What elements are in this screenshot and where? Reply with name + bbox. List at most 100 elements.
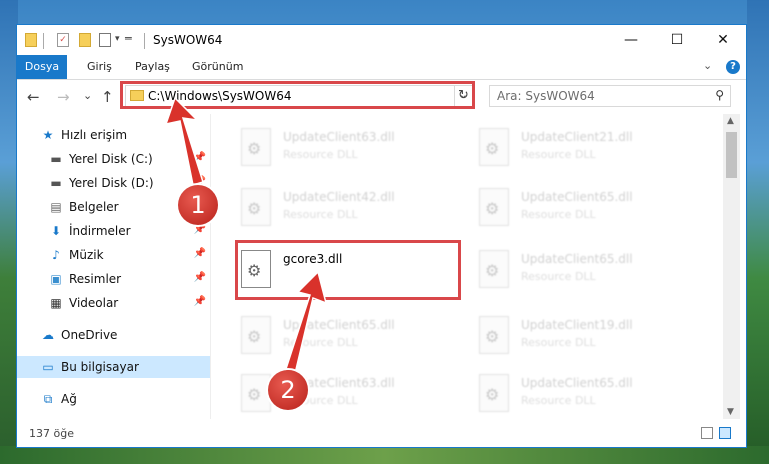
file-name: UpdateClient19.dll: [521, 318, 633, 332]
quick-access-toolbar-icon[interactable]: ═: [125, 32, 132, 48]
sidebar-item-onedrive[interactable]: ☁ OneDrive: [17, 324, 210, 346]
new-folder-icon[interactable]: [79, 33, 91, 47]
expand-ribbon-icon[interactable]: ⌄: [703, 59, 712, 72]
details-view-icon[interactable]: [701, 427, 713, 439]
dll-file-icon: [479, 250, 509, 288]
properties-icon[interactable]: ✓: [57, 33, 69, 47]
documents-icon: ▤: [50, 200, 62, 214]
recent-locations-button[interactable]: ⌄: [83, 89, 92, 102]
sidebar-item-this-pc[interactable]: ▭ Bu bilgisayar: [17, 356, 210, 378]
file-item[interactable]: UpdateClient65.dll Resource DLL: [469, 244, 689, 296]
sidebar-item-label: Bu bilgisayar: [61, 360, 139, 374]
file-item[interactable]: UpdateClient65.dll Resource DLL: [469, 182, 689, 234]
file-item[interactable]: UpdateClient21.dll Resource DLL: [469, 122, 689, 174]
sidebar-item-label: Videolar: [69, 296, 119, 310]
star-icon: ★: [42, 128, 54, 142]
scroll-thumb[interactable]: [726, 132, 737, 178]
pin-icon: 📌: [193, 248, 206, 259]
file-item[interactable]: UpdateClient63.dll Resource DLL: [231, 368, 451, 419]
item-count: 137 öğe: [29, 427, 74, 440]
sidebar-item-music[interactable]: ♪ Müzik 📌: [17, 244, 210, 266]
scroll-up-icon[interactable]: ▲: [727, 116, 734, 126]
folder-icon: [25, 33, 37, 47]
dll-file-icon: [479, 128, 509, 166]
sidebar-item-label: Hızlı erişim: [61, 128, 128, 142]
tab-view[interactable]: Görünüm: [192, 55, 243, 79]
file-name: UpdateClient65.dll: [521, 252, 633, 266]
search-input[interactable]: Ara: SysWOW64 ⚲: [489, 85, 731, 107]
music-icon: ♪: [52, 248, 60, 262]
ribbon-tabs: Dosya Giriş Paylaş Görünüm ⌄ ?: [17, 55, 746, 80]
drive-icon: ▬: [50, 176, 62, 190]
separator: [144, 33, 145, 49]
navigation-pane: ★ Hızlı erişim ▬ Yerel Disk (C:) 📌 ▬ Yer…: [17, 114, 211, 419]
sidebar-item-label: Müzik: [69, 248, 104, 262]
maximize-button[interactable]: ☐: [654, 25, 700, 55]
sidebar-item-quick-access[interactable]: ★ Hızlı erişim: [17, 124, 210, 146]
back-button[interactable]: ←: [27, 88, 40, 106]
network-icon: ⧉: [43, 392, 53, 406]
file-item[interactable]: UpdateClient19.dll Resource DLL: [469, 310, 689, 362]
download-icon: ⬇: [50, 224, 62, 238]
dll-file-icon: [241, 316, 271, 354]
step-1-badge: 1: [178, 185, 218, 225]
help-icon[interactable]: ?: [726, 60, 740, 74]
video-icon: ▦: [50, 296, 62, 310]
dll-file-icon: [241, 128, 271, 166]
vertical-scrollbar[interactable]: ▲ ▼: [723, 114, 740, 419]
sidebar-item-local-disk-c[interactable]: ▬ Yerel Disk (C:) 📌: [17, 148, 210, 170]
address-bar-highlight: [120, 81, 475, 109]
pin-icon: 📌: [193, 272, 206, 283]
sidebar-item-pictures[interactable]: ▣ Resimler 📌: [17, 268, 210, 290]
file-item[interactable]: UpdateClient63.dll Resource DLL: [231, 122, 451, 174]
desktop-background-bottom: [0, 446, 769, 464]
sidebar-item-label: Belgeler: [69, 200, 119, 214]
tab-file[interactable]: Dosya: [17, 55, 67, 79]
file-type: Resource DLL: [521, 394, 596, 407]
sidebar-item-label: Yerel Disk (C:): [69, 152, 153, 166]
sidebar-item-network[interactable]: ⧉ Ağ: [17, 388, 210, 410]
large-icons-view-icon[interactable]: [719, 427, 731, 439]
cloud-icon: ☁: [42, 328, 54, 342]
forward-button[interactable]: →: [57, 88, 70, 106]
dll-file-icon: [479, 374, 509, 412]
dll-file-icon: [479, 188, 509, 226]
customize-quick-access-icon[interactable]: [99, 33, 111, 47]
file-name: UpdateClient65.dll: [521, 376, 633, 390]
separator: [43, 33, 44, 49]
file-type: Resource DLL: [521, 336, 596, 349]
sidebar-item-local-disk-d[interactable]: ▬ Yerel Disk (D:) 📌: [17, 172, 210, 194]
file-type: Resource DLL: [521, 208, 596, 221]
file-name: UpdateClient63.dll: [283, 130, 395, 144]
chevron-down-icon[interactable]: ▾: [115, 34, 120, 50]
sidebar-item-videos[interactable]: ▦ Videolar 📌: [17, 292, 210, 314]
sidebar-item-downloads[interactable]: ⬇ İndirmeler 📌: [17, 220, 210, 242]
pictures-icon: ▣: [50, 272, 62, 286]
step-2-badge: 2: [268, 370, 308, 410]
file-type: Resource DLL: [521, 148, 596, 161]
file-item[interactable]: UpdateClient65.dll Resource DLL: [231, 310, 451, 362]
status-bar: 137 öğe: [17, 419, 746, 447]
scroll-down-icon[interactable]: ▼: [727, 407, 734, 417]
computer-icon: ▭: [42, 360, 54, 374]
drive-icon: ▬: [50, 152, 62, 166]
file-item[interactable]: UpdateClient42.dll Resource DLL: [231, 182, 451, 234]
sidebar-item-label: Yerel Disk (D:): [69, 176, 154, 190]
search-placeholder: Ara: SysWOW64: [497, 89, 595, 103]
desktop-background-right: [747, 0, 769, 464]
tab-share[interactable]: Paylaş: [135, 55, 170, 79]
up-button[interactable]: ↑: [101, 88, 114, 106]
file-type: Resource DLL: [283, 336, 358, 349]
tab-home[interactable]: Giriş: [87, 55, 112, 79]
minimize-button[interactable]: —: [608, 25, 654, 55]
window-title: SysWOW64: [153, 33, 223, 47]
file-item[interactable]: UpdateClient65.dll Resource DLL: [469, 368, 689, 419]
file-name: UpdateClient42.dll: [283, 190, 395, 204]
close-button[interactable]: ✕: [700, 25, 746, 55]
file-type: Resource DLL: [283, 208, 358, 221]
dll-file-icon: [241, 374, 271, 412]
file-type: Resource DLL: [283, 148, 358, 161]
sidebar-item-label: Resimler: [69, 272, 122, 286]
sidebar-item-label: İndirmeler: [69, 224, 131, 238]
dll-file-icon: [241, 188, 271, 226]
